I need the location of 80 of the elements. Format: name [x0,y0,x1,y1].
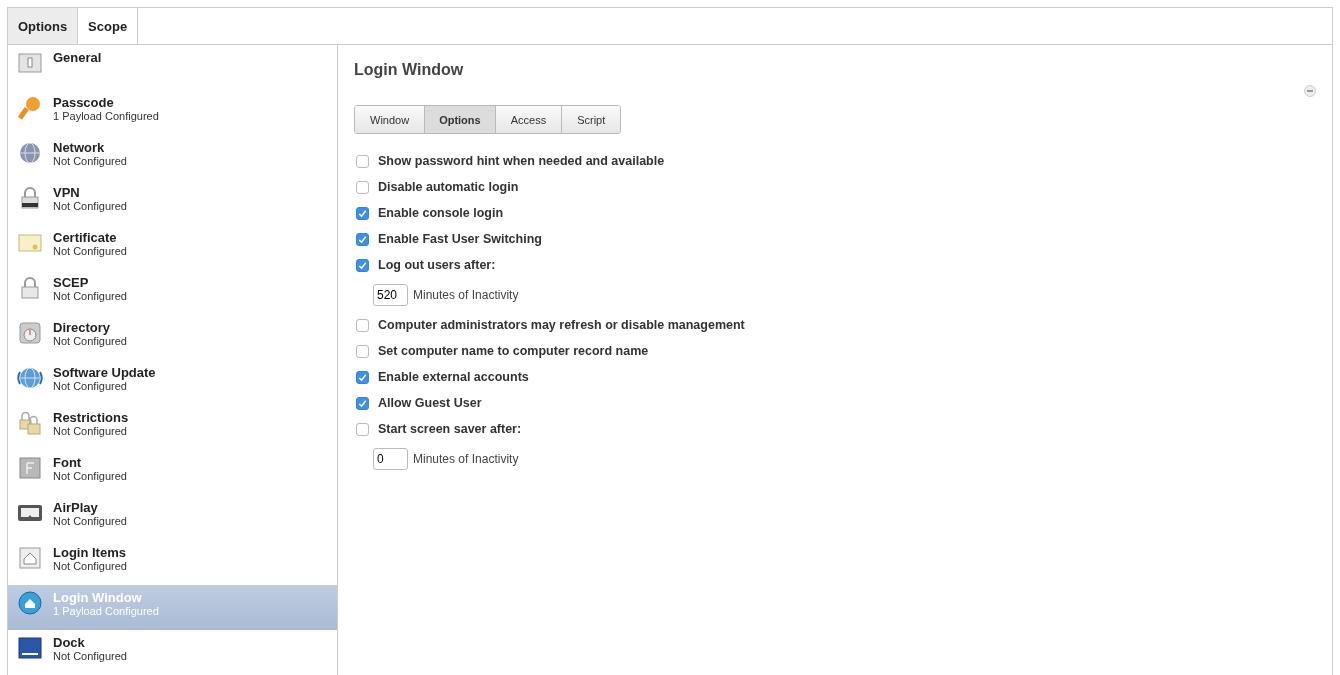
field-label: Minutes of Inactivity [413,452,519,466]
checkbox[interactable] [356,232,369,246]
item-status: Not Configured [53,335,127,348]
field-label: Minutes of Inactivity [413,288,519,302]
item-status: Not Configured [53,290,127,303]
sidebar-item[interactable]: Network Not Configured [8,135,337,180]
item-name: Restrictions [53,410,129,425]
option-label: Enable console login [378,206,504,220]
item-status: Not Configured [53,200,127,213]
checkbox[interactable] [356,318,369,332]
option-label: Allow Guest User [378,396,482,410]
sidebar-item[interactable]: Restrictions Not Configured [8,405,337,450]
item-name: SCEP [53,275,90,290]
minutes-field[interactable]: 520 [373,284,408,306]
sidebar-item[interactable]: Dock Not Configured [8,630,337,675]
house-icon [17,590,43,616]
item-name: Font [53,455,83,470]
option-label: Start screen saver after: [378,422,522,436]
checkbox[interactable] [356,422,369,436]
globe-icon [17,140,43,166]
checkbox[interactable] [356,396,369,410]
minutes-field[interactable]: 0 [373,448,408,470]
switch-icon [17,50,43,76]
item-name: Login Window [53,590,143,605]
item-name: Dock [53,635,86,650]
segment-tab[interactable]: Access [495,106,563,133]
option-label: Log out users after: [378,258,496,272]
padlocks-icon [17,410,43,436]
item-status: Not Configured [53,470,127,483]
checkbox[interactable] [356,206,369,220]
segment-tab[interactable]: Window [355,106,426,133]
checkbox[interactable] [356,154,369,168]
option-label: Set computer name to computer record name [378,344,649,358]
item-status: Not Configured [53,380,128,393]
option-label: Disable automatic login [378,180,519,194]
item-status: Not Configured [53,650,127,663]
compass-icon [17,320,43,346]
checkbox[interactable] [356,344,369,358]
checkbox[interactable] [356,370,369,384]
remove-icon[interactable] [1304,85,1316,97]
sidebar-item[interactable]: Font Not Configured [8,450,337,495]
item-status: Not Configured [53,425,128,438]
checkbox[interactable] [356,258,369,272]
sidebar-item[interactable]: AirPlay Not Configured [8,495,337,540]
item-name: General [53,50,102,65]
sidebar-item[interactable]: SCEP Not Configured [8,270,337,315]
item-name: Network [53,140,106,155]
sidebar-item[interactable]: Passcode 1 Payload Configured [8,90,337,135]
tab[interactable]: Options [8,8,79,44]
item-name: Passcode [53,95,115,110]
sidebar-item[interactable]: General [8,45,337,90]
globe-arrows-icon [17,365,43,391]
item-name: Directory [53,320,112,335]
key-icon [17,95,43,121]
item-status: Not Configured [53,560,127,573]
option-label: Computer administrators may refresh or disable management [378,318,745,332]
option-label: Show password hint when needed and available [378,154,665,168]
item-status: 1 Payload Configured [53,110,159,123]
sidebar-item[interactable]: Software Update Not Configured [8,360,337,405]
item-status: 1 Payload Configured [53,605,159,618]
option-label: Enable Fast User Switching [378,232,542,246]
sidebar-item[interactable]: Directory Not Configured [8,315,337,360]
item-name: Login Items [53,545,127,560]
segment-tab[interactable]: Script [562,106,621,133]
item-status: Not Configured [53,155,127,168]
checkbox[interactable] [356,180,369,194]
sidebar-item[interactable]: Certificate Not Configured [8,225,337,270]
item-status: Not Configured [53,515,127,528]
item-name: Certificate [53,230,118,245]
item-status: Not Configured [53,245,127,258]
house-icon [17,545,43,571]
option-label: Enable external accounts [378,370,529,384]
sidebar-item[interactable]: VPN Not Configured [8,180,337,225]
item-name: AirPlay [53,500,99,515]
item-name: VPN [53,185,81,200]
sidebar-item[interactable]: Login Items Not Configured [8,540,337,585]
segment-tab[interactable]: Options [425,106,496,133]
panel-title: Login Window [354,61,464,80]
letter-tile-icon [17,455,43,481]
item-name: Software Update [53,365,156,380]
